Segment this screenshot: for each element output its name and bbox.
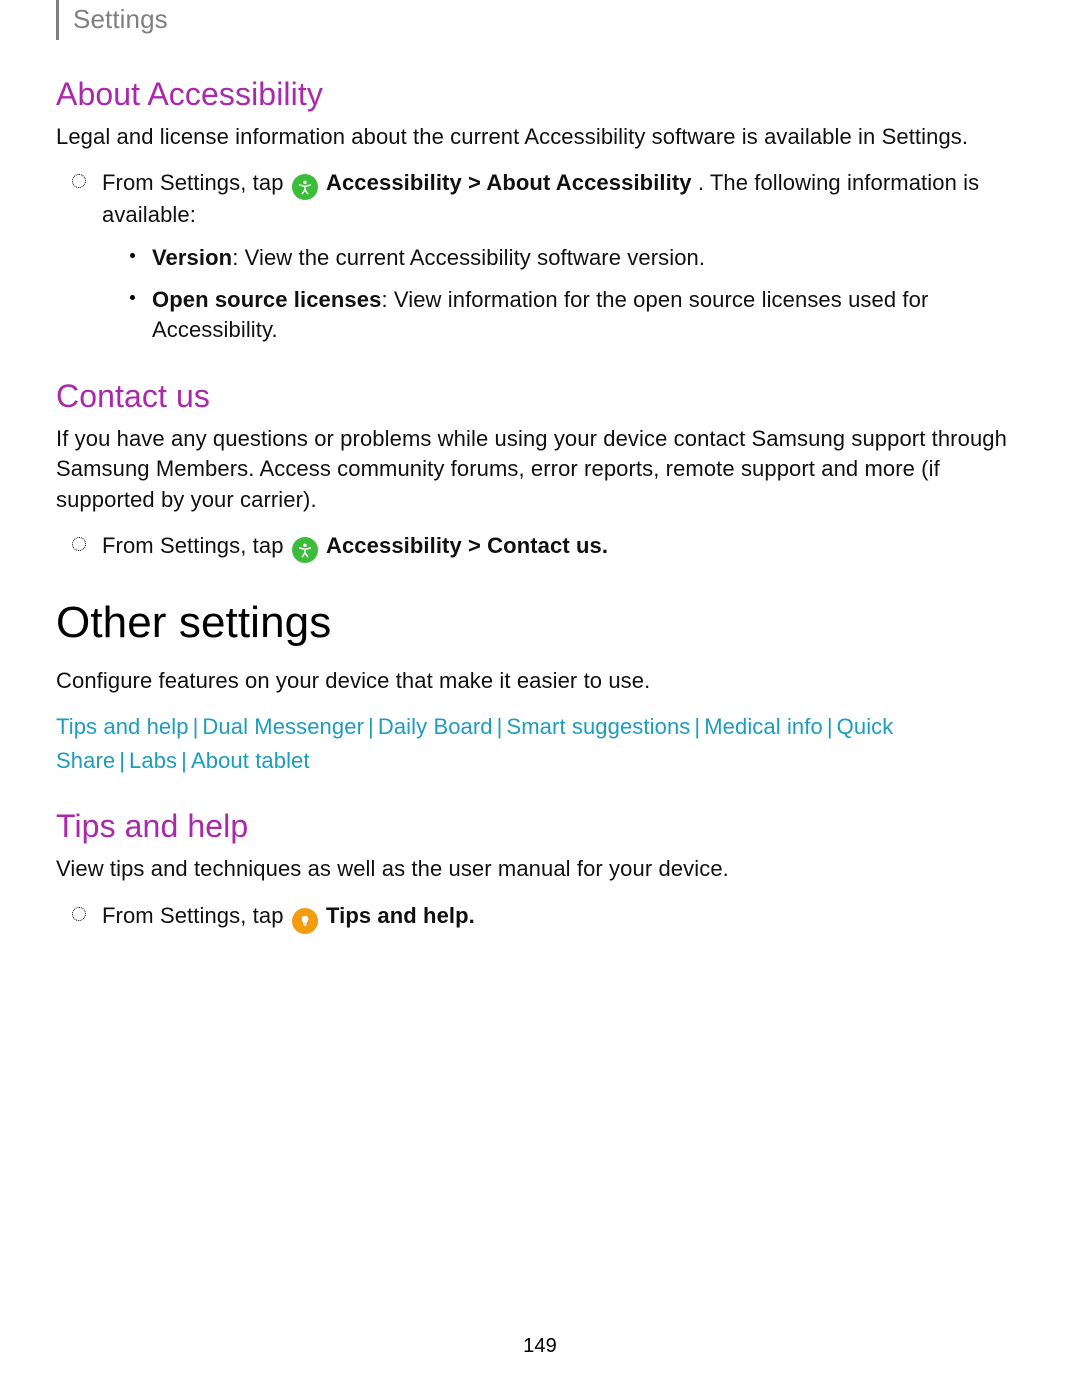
heading-about-accessibility: About Accessibility (56, 72, 1024, 116)
link-labs[interactable]: Labs (129, 748, 177, 773)
link-separator: | (181, 748, 187, 773)
other-links-row: Tips and help|Dual Messenger|Daily Board… (56, 710, 1024, 778)
document-page: Settings About Accessibility Legal and l… (0, 0, 1080, 1397)
person-icon (297, 179, 313, 195)
step-prefix: From Settings, tap (102, 170, 290, 195)
accessibility-icon (292, 537, 318, 563)
tips-step: From Settings, tap Tips and help. (102, 901, 1024, 934)
lightbulb-icon (292, 908, 318, 934)
heading-tips-and-help: Tips and help (56, 804, 1024, 848)
link-separator: | (119, 748, 125, 773)
link-separator: | (368, 714, 374, 739)
header-title: Settings (73, 4, 168, 34)
link-daily-board[interactable]: Daily Board (378, 714, 493, 739)
dotted-bullet-icon (72, 907, 86, 921)
step-prefix: From Settings, tap (102, 903, 290, 928)
page-header: Settings (56, 0, 1024, 40)
link-separator: | (193, 714, 199, 739)
link-dual-messenger[interactable]: Dual Messenger (202, 714, 364, 739)
link-about-tablet[interactable]: About tablet (191, 748, 310, 773)
about-step: From Settings, tap Accessibility > About… (102, 168, 1024, 230)
contact-step: From Settings, tap Accessibility > Conta… (102, 531, 1024, 563)
link-separator: | (497, 714, 503, 739)
step-bold: Accessibility > About Accessibility (326, 170, 692, 195)
about-bullet-1: Open source licenses: View information f… (152, 285, 1024, 346)
other-intro: Configure features on your device that m… (56, 666, 1024, 696)
contact-intro: If you have any questions or problems wh… (56, 424, 1024, 515)
about-intro: Legal and license information about the … (56, 122, 1024, 152)
heading-other-settings: Other settings (56, 593, 1024, 654)
bullet-label: Version (152, 245, 232, 270)
link-smart-suggestions[interactable]: Smart suggestions (506, 714, 690, 739)
link-tips-and-help[interactable]: Tips and help (56, 714, 189, 739)
link-medical-info[interactable]: Medical info (704, 714, 823, 739)
step-bold: Tips and help. (326, 903, 475, 928)
dotted-bullet-icon (72, 174, 86, 188)
page-number: 149 (0, 1333, 1080, 1361)
tips-intro: View tips and techniques as well as the … (56, 854, 1024, 884)
bullet-label: Open source licenses (152, 287, 381, 312)
heading-contact-us: Contact us (56, 374, 1024, 418)
bulb-icon (298, 914, 312, 928)
accessibility-icon (292, 174, 318, 200)
person-icon (297, 542, 313, 558)
bullet-text: : View the current Accessibility softwar… (232, 245, 705, 270)
link-separator: | (827, 714, 833, 739)
dot-icon (130, 253, 135, 258)
about-bullet-0: Version: View the current Accessibility … (152, 243, 1024, 273)
dotted-bullet-icon (72, 537, 86, 551)
dot-icon (130, 295, 135, 300)
step-prefix: From Settings, tap (102, 533, 290, 558)
step-bold: Accessibility > Contact us. (326, 533, 608, 558)
link-separator: | (694, 714, 700, 739)
